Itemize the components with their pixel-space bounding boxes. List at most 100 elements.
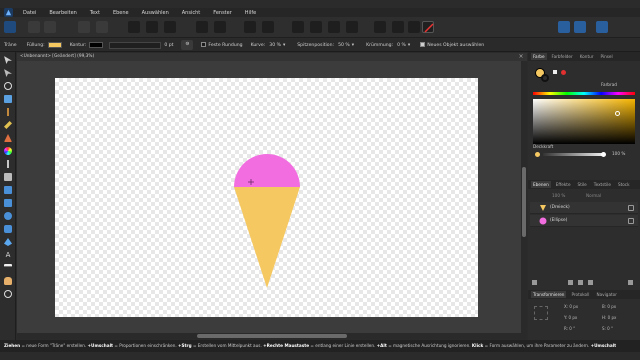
tab-textstile[interactable]: Textstile <box>592 181 613 188</box>
tab-effekte[interactable]: Effekte <box>554 181 573 188</box>
frame-text-tool-icon[interactable] <box>4 264 12 267</box>
horizontal-scrollbar[interactable] <box>17 333 521 339</box>
saturation-brightness-field[interactable] <box>533 99 635 144</box>
tab-protokoll[interactable]: Protokoll <box>569 291 591 298</box>
rounded-rectangle-tool-icon[interactable] <box>4 225 12 233</box>
delete-layer-icon[interactable] <box>628 280 633 285</box>
stroke-width-value[interactable]: 0 pt <box>164 43 173 48</box>
gear-icon[interactable]: ⚙ <box>181 40 194 50</box>
ice-cream-cone-shape[interactable] <box>234 187 300 288</box>
layer-opacity-value[interactable]: 100 % <box>552 193 565 198</box>
tip-position-value[interactable]: 50 % <box>338 43 350 48</box>
snapping-options-icon[interactable] <box>392 21 404 33</box>
tab-navigator[interactable]: Navigator <box>594 291 619 298</box>
tip-position-dropdown-icon[interactable]: ▾ <box>352 43 354 48</box>
curve-dropdown-icon[interactable]: ▾ <box>283 43 285 48</box>
corner-tool-icon[interactable] <box>4 82 12 90</box>
insert-inside-icon[interactable] <box>374 21 386 33</box>
artistic-text-tool-icon[interactable]: A <box>4 251 12 259</box>
layer-row-dreieck[interactable]: (Dreieck) <box>530 202 638 214</box>
align-left-icon[interactable] <box>128 21 140 33</box>
adjustment-layer-icon[interactable] <box>578 280 583 285</box>
tab-transformieren[interactable]: Transformieren <box>531 291 567 298</box>
color-picker-icon[interactable] <box>408 21 420 33</box>
layer-visibility-checkbox[interactable] <box>628 205 634 211</box>
place-image-tool-icon[interactable] <box>4 173 12 181</box>
tab-farbe[interactable]: Farbe <box>531 53 547 60</box>
layer-row-ellipse[interactable]: (Ellipse) <box>530 215 638 227</box>
layer-options-icon[interactable] <box>532 280 537 285</box>
stroke-width-slider[interactable] <box>109 41 162 49</box>
hand-tool-icon[interactable] <box>4 277 12 285</box>
fixed-rounding-checkbox[interactable] <box>201 42 207 47</box>
pen-tool-icon[interactable] <box>4 95 12 103</box>
bend-dropdown-icon[interactable]: ▾ <box>408 43 410 48</box>
ellipse-tool-icon[interactable] <box>4 212 12 220</box>
transparency-tool-icon[interactable] <box>7 160 9 168</box>
opacity-value[interactable]: 100 % <box>612 151 625 156</box>
stroke-swatch[interactable] <box>89 42 104 48</box>
stroke-color-circle[interactable] <box>541 74 549 82</box>
boolean-subtract-icon[interactable] <box>310 21 322 33</box>
snapping-icon[interactable] <box>96 21 108 33</box>
document-tab[interactable]: <Unbenannt> [Geändert] (99,3%) <box>17 53 527 61</box>
ice-cream-scoop-shape[interactable] <box>234 154 300 187</box>
no-color-icon[interactable] <box>561 70 566 75</box>
tab-stile[interactable]: Stile <box>576 181 589 188</box>
arrange-back-icon[interactable] <box>196 21 208 33</box>
vertical-scrollbar[interactable] <box>521 61 527 339</box>
curve-value[interactable]: 30 % <box>269 43 281 48</box>
menu-bearbeiten[interactable]: Bearbeiten <box>49 10 76 16</box>
designer-persona-icon[interactable] <box>4 21 16 33</box>
gradient-tool-icon[interactable] <box>4 147 12 155</box>
user-icon[interactable] <box>596 21 608 33</box>
tab-kontur[interactable]: Kontur <box>578 53 596 60</box>
tab-ebenen[interactable]: Ebenen <box>531 181 551 188</box>
menu-fenster[interactable]: Fenster <box>213 10 232 16</box>
layer-visibility-checkbox[interactable] <box>628 218 634 224</box>
pixel-persona-icon[interactable] <box>28 21 40 33</box>
rectangle-tool-icon[interactable] <box>4 199 12 207</box>
vector-brush-tool-icon[interactable] <box>4 121 12 129</box>
tab-pinsel[interactable]: Pinsel <box>598 53 614 60</box>
artboard-canvas[interactable] <box>55 78 478 317</box>
menu-auswaehlen[interactable]: Auswählen <box>142 10 169 16</box>
boolean-divide-icon[interactable] <box>346 21 358 33</box>
align-center-icon[interactable] <box>146 21 158 33</box>
view-mode-icon[interactable] <box>574 21 586 33</box>
color-mode-dropdown[interactable]: Farbrad <box>601 82 617 87</box>
crop-tool-icon[interactable] <box>4 186 12 194</box>
add-layer-icon[interactable] <box>568 280 573 285</box>
align-right-icon[interactable] <box>164 21 176 33</box>
mask-layer-icon[interactable] <box>588 280 593 285</box>
boolean-intersect-icon[interactable] <box>328 21 340 33</box>
vertical-scroll-thumb[interactable] <box>522 167 526 237</box>
arrange-forward-icon[interactable] <box>214 21 226 33</box>
share-icon[interactable] <box>44 21 56 33</box>
anchor-point-selector[interactable] <box>534 306 548 320</box>
menu-hilfe[interactable]: Hilfe <box>245 10 256 16</box>
menu-ebene[interactable]: Ebene <box>113 10 129 16</box>
flip-horizontal-icon[interactable] <box>244 21 256 33</box>
opacity-slider-handle[interactable] <box>601 152 606 157</box>
swap-colors-icon[interactable] <box>553 70 557 74</box>
hue-slider[interactable] <box>533 92 635 95</box>
bend-value[interactable]: 0 % <box>397 43 406 48</box>
node-tool-icon[interactable] <box>4 69 12 77</box>
color-picker-handle[interactable] <box>615 111 620 116</box>
boolean-add-icon[interactable] <box>292 21 304 33</box>
fill-tool-icon[interactable] <box>4 134 12 142</box>
menu-datei[interactable]: Datei <box>23 10 36 16</box>
select-new-object-checkbox[interactable] <box>420 42 426 47</box>
tab-stock[interactable]: Stock <box>616 181 632 188</box>
pencil-tool-icon[interactable] <box>7 108 9 116</box>
no-fill-swatch-icon[interactable] <box>422 21 434 33</box>
opacity-slider[interactable] <box>543 153 603 156</box>
tab-farbfelder[interactable]: Farbfelder <box>550 53 575 60</box>
assistant-icon[interactable] <box>558 21 570 33</box>
fill-swatch[interactable] <box>47 42 62 48</box>
zoom-tool-icon[interactable] <box>4 290 12 298</box>
flip-vertical-icon[interactable] <box>262 21 274 33</box>
horizontal-scroll-thumb[interactable] <box>197 334 347 338</box>
move-tool-icon[interactable] <box>4 56 12 64</box>
